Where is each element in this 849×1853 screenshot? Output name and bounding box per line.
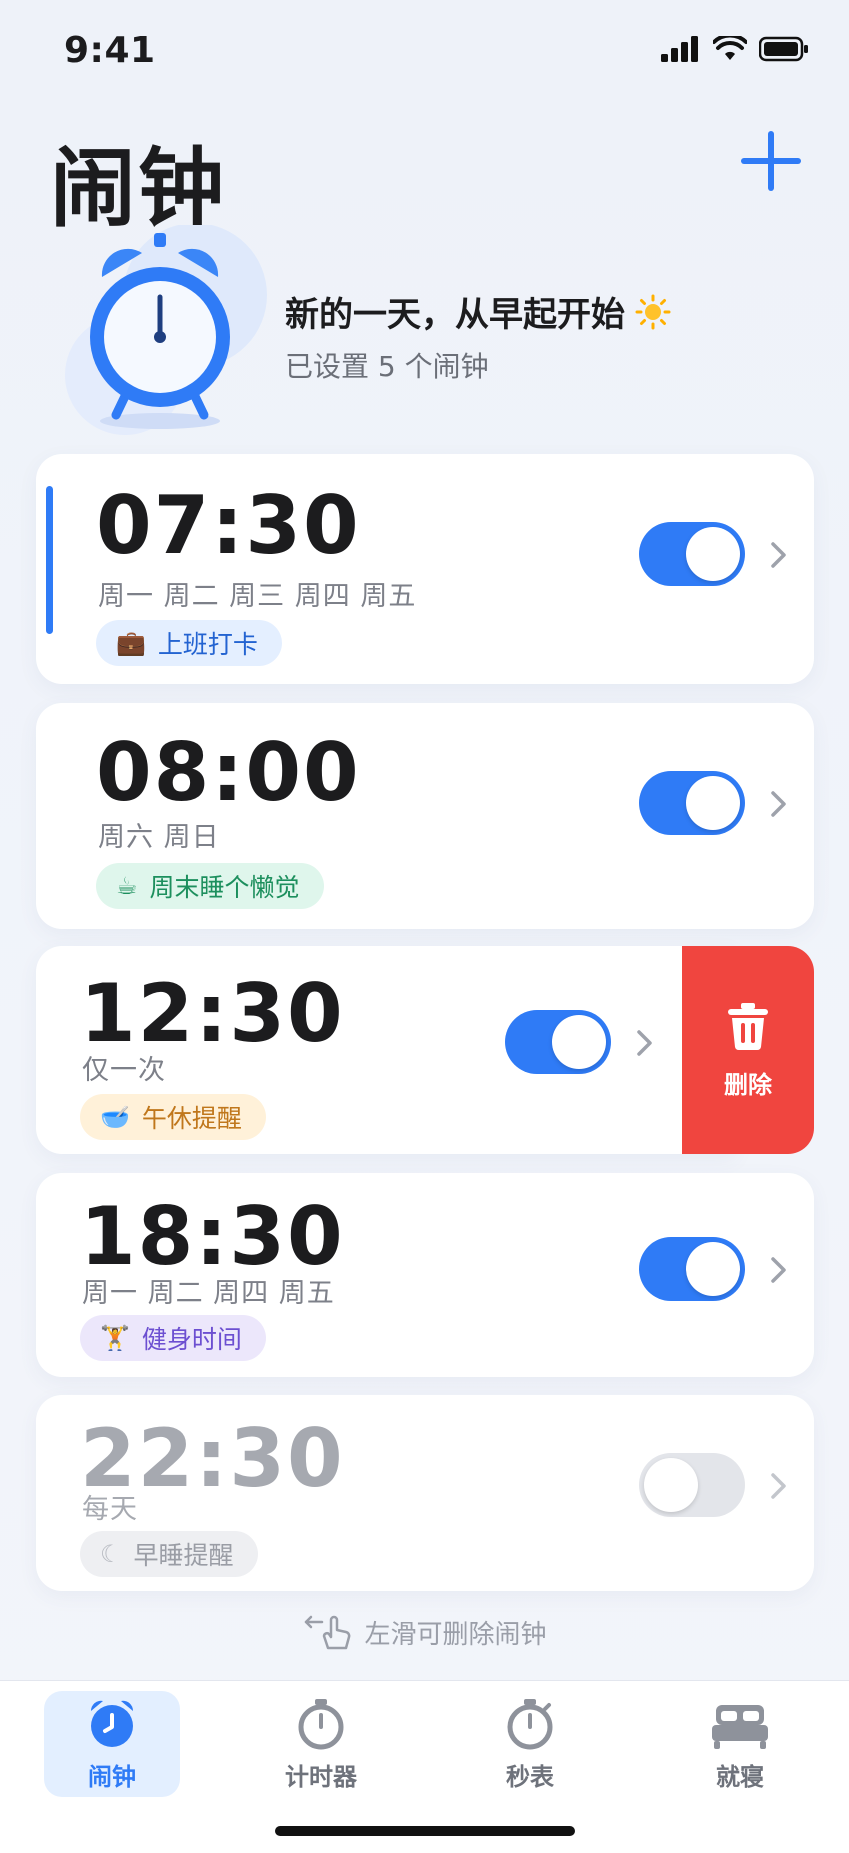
hint-text: 左滑可删除闹钟: [364, 1619, 547, 1650]
alarm-days: 仅一次: [82, 1055, 166, 1086]
alarm-time: 12:30: [80, 967, 345, 1060]
chevron-right-icon[interactable]: [769, 1471, 789, 1501]
alarm-days: 周一 周二 周三 周四 周五: [98, 581, 417, 612]
plus-icon: [741, 131, 801, 191]
timer-icon: [298, 1698, 344, 1749]
tab-label: 闹钟: [88, 1762, 136, 1791]
alarm-toggle[interactable]: [639, 1453, 745, 1517]
battery-icon: [759, 36, 808, 62]
tab-timer[interactable]: 计时器: [253, 1691, 389, 1797]
tab-bedtime[interactable]: 就寝: [672, 1691, 808, 1797]
alarm-toggle[interactable]: [505, 1010, 611, 1074]
home-indicator: [275, 1826, 575, 1836]
alarm-card[interactable]: 07:30 周一 周二 周三 周四 周五 💼 上班打卡: [36, 454, 814, 684]
toggle-knob: [644, 1458, 698, 1512]
alarm-time: 08:00: [96, 726, 361, 819]
alarm-days: 每天: [82, 1494, 138, 1525]
alarm-label-tag: 💼 上班打卡: [96, 620, 282, 666]
alarm-label: 健身时间: [141, 1325, 242, 1354]
chevron-right-icon[interactable]: [769, 1255, 789, 1285]
alarm-time: 07:30: [96, 479, 361, 572]
toggle-knob: [552, 1015, 606, 1069]
wifi-icon: [713, 36, 747, 60]
alarm-label: 周末睡个懒觉: [149, 873, 300, 902]
alarm-label: 午休提醒: [141, 1104, 242, 1133]
alarm-time: 18:30: [80, 1190, 345, 1283]
hero-title-text: 新的一天，从早起开始: [285, 295, 625, 335]
delete-button[interactable]: 删除: [682, 946, 814, 1154]
dumbbell-icon: 🏋: [100, 1324, 130, 1352]
alarm-label-tag: ☕ 周末睡个懒觉: [96, 863, 324, 909]
tab-label: 就寝: [716, 1762, 764, 1791]
alarm-card[interactable]: 08:00 周六 周日 ☕ 周末睡个懒觉: [36, 703, 814, 929]
tab-alarm[interactable]: 闹钟: [44, 1691, 180, 1797]
stopwatch-icon: [507, 1698, 553, 1749]
alarm-label: 早睡提醒: [133, 1541, 234, 1570]
tab-label: 秒表: [506, 1762, 554, 1791]
alarm-days: 周一 周二 周四 周五: [82, 1278, 335, 1309]
toggle-knob: [686, 1242, 740, 1296]
chevron-right-icon[interactable]: [635, 1028, 655, 1058]
alarm-card-swiped[interactable]: 12:30 仅一次 🥣 午休提醒: [36, 946, 736, 1154]
briefcase-icon: 💼: [116, 629, 146, 657]
status-icons: [661, 36, 809, 62]
alarm-label-tag: 🏋 健身时间: [80, 1315, 266, 1361]
swipe-hand-icon: [305, 1615, 351, 1650]
moon-icon: ☾: [100, 1540, 122, 1568]
tab-label: 计时器: [285, 1762, 357, 1791]
selected-indicator: [46, 486, 53, 634]
alarm-clock-icon: [90, 1700, 134, 1747]
alarm-toggle[interactable]: [639, 1237, 745, 1301]
delete-label: 删除: [724, 1070, 772, 1099]
alarm-clock-illustration-icon: [65, 225, 267, 435]
alarm-count: 已设置 5 个闹钟: [285, 350, 489, 383]
alarm-label: 上班打卡: [157, 630, 258, 659]
add-alarm-button[interactable]: [740, 130, 802, 192]
alarm-days: 周六 周日: [98, 822, 220, 853]
bowl-icon: 🥣: [100, 1103, 130, 1131]
toggle-knob: [686, 776, 740, 830]
tab-stopwatch[interactable]: 秒表: [462, 1691, 598, 1797]
trash-icon: [728, 1002, 768, 1050]
coffee-icon: ☕: [116, 872, 138, 900]
bed-icon: [712, 1704, 768, 1749]
chevron-right-icon[interactable]: [769, 789, 789, 819]
alarm-label-tag: ☾ 早睡提醒: [80, 1531, 258, 1577]
toggle-knob: [686, 527, 740, 581]
alarm-card[interactable]: 22:30 每天 ☾ 早睡提醒: [36, 1395, 814, 1591]
status-time: 9:41: [64, 30, 156, 71]
alarm-toggle[interactable]: [639, 522, 745, 586]
swipe-hint: 左滑可删除闹钟: [0, 1612, 849, 1652]
alarm-label-tag: 🥣 午休提醒: [80, 1094, 266, 1140]
sun-icon: [635, 294, 671, 329]
signal-icon: [661, 36, 698, 62]
hero-title: 新的一天，从早起开始: [285, 287, 671, 336]
chevron-right-icon[interactable]: [769, 540, 789, 570]
hero-banner: 新的一天，从早起开始 已设置 5 个闹钟: [40, 225, 820, 435]
status-bar: 9:41: [0, 0, 849, 100]
alarm-toggle[interactable]: [639, 771, 745, 835]
alarm-card[interactable]: 18:30 周一 周二 周四 周五 🏋 健身时间: [36, 1173, 814, 1377]
